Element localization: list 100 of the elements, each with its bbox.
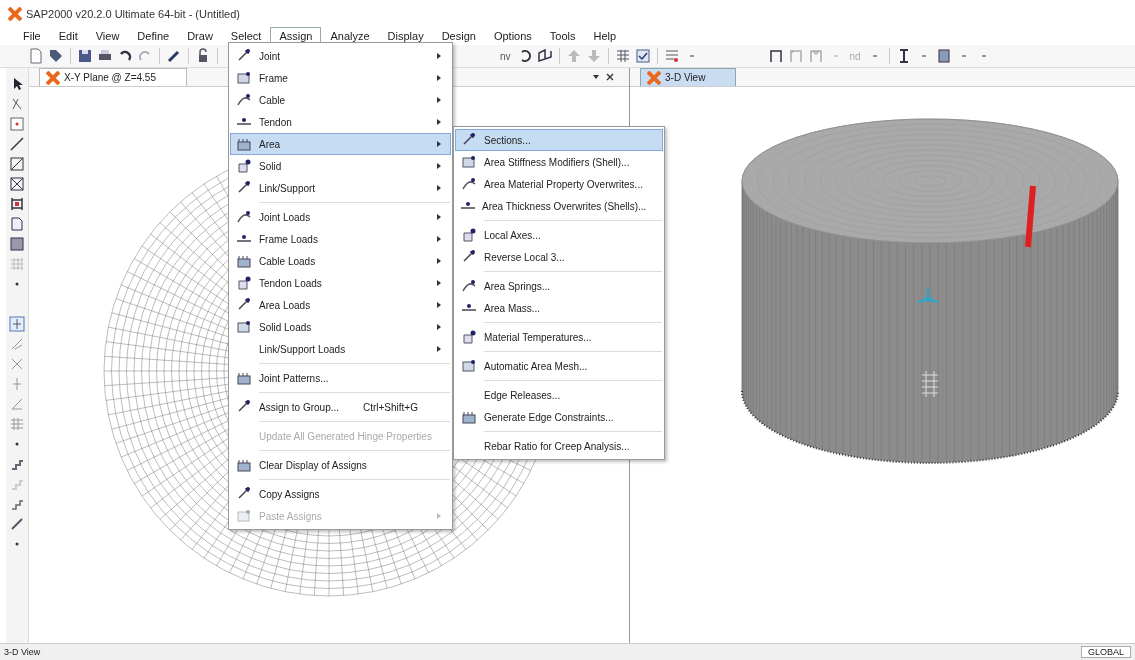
submenu-arrow-icon xyxy=(436,74,442,82)
app-logo-icon xyxy=(647,70,661,85)
menu-item-icon xyxy=(236,70,252,86)
checkbox-icon[interactable] xyxy=(634,48,651,64)
menu-option[interactable]: Solid xyxy=(230,155,451,177)
menu-item[interactable]: Select xyxy=(221,27,271,45)
menu-item[interactable]: Draw xyxy=(178,27,222,45)
submenu-arrow-icon xyxy=(436,118,442,126)
close-icon[interactable] xyxy=(605,71,615,83)
menu-option[interactable]: Clear Display of Assigns xyxy=(230,454,451,476)
save-icon[interactable] xyxy=(77,48,93,64)
menu-option[interactable]: Cable Loads xyxy=(230,250,451,272)
menu-item[interactable]: Display xyxy=(378,27,433,45)
frame-portal-icon[interactable] xyxy=(767,48,784,64)
menu-item[interactable]: Options xyxy=(484,27,541,45)
menu-option[interactable]: Copy Assigns xyxy=(230,483,451,505)
menu-option[interactable]: Link/Support xyxy=(230,177,451,199)
menu-option[interactable]: Tendon Loads xyxy=(230,272,451,294)
snap-tool-icon[interactable] xyxy=(9,316,25,332)
submenu-arrow-icon xyxy=(436,345,442,353)
frame-bay-icon[interactable] xyxy=(9,196,25,212)
menu-option[interactable]: Area Springs... xyxy=(455,275,663,297)
menu-item[interactable]: View xyxy=(86,27,129,45)
menu-option[interactable]: Area Stiffness Modifiers (Shell)... xyxy=(455,151,663,173)
submenu-arrow-icon xyxy=(436,235,442,243)
grid-icon[interactable] xyxy=(9,416,25,432)
menu-option[interactable]: Area Mass... xyxy=(455,297,663,319)
menu-item-icon xyxy=(236,92,252,108)
view-tab[interactable]: 3-D View xyxy=(640,68,737,86)
menu-option[interactable]: Sections... xyxy=(455,129,663,151)
menu-option[interactable]: Frame Loads xyxy=(230,228,451,250)
submenu-arrow-icon xyxy=(436,279,442,287)
diagonal-tool-icon[interactable] xyxy=(9,516,25,532)
menu-option[interactable]: Edge Releases... xyxy=(455,384,663,406)
submenu-arrow-icon xyxy=(436,257,442,265)
grid-table-icon[interactable] xyxy=(614,48,631,64)
menu-item[interactable]: Analyze xyxy=(321,27,379,45)
highlighted-member xyxy=(1025,185,1036,248)
panel-icon[interactable] xyxy=(935,48,952,64)
pencil-icon[interactable] xyxy=(166,48,182,64)
submenu-arrow-icon xyxy=(436,140,442,148)
page-icon[interactable] xyxy=(9,216,25,232)
menu-option[interactable]: Joint xyxy=(230,45,451,67)
toolbar-label[interactable]: nv xyxy=(498,50,513,62)
submenu-arrow-icon xyxy=(436,323,442,331)
menu-option[interactable]: Assign to Group... Ctrl+Shift+G xyxy=(230,396,451,418)
menu-item-icon xyxy=(236,158,252,174)
menu-option[interactable]: Cable xyxy=(230,89,451,111)
view-tab[interactable]: X-Y Plane @ Z=4.55 xyxy=(39,68,187,86)
menu-option[interactable]: Area Thickness Overwrites (Shells)... xyxy=(455,195,663,217)
menu-option[interactable]: Frame xyxy=(230,67,451,89)
dot-square-icon[interactable] xyxy=(9,116,25,132)
menu-item[interactable]: Design xyxy=(432,27,485,45)
submenu-arrow-icon xyxy=(436,184,442,192)
menu-item-icon xyxy=(461,176,477,192)
submenu-arrow-icon xyxy=(436,96,442,104)
menu-item-icon xyxy=(236,136,252,152)
line-icon[interactable] xyxy=(9,136,25,152)
menu-item-icon xyxy=(236,457,252,473)
square-icon[interactable] xyxy=(9,236,25,252)
menu-item-icon xyxy=(461,329,477,345)
menu-option[interactable]: Rebar Ratio for Creep Analysis... xyxy=(455,435,663,457)
submenu-arrow-icon xyxy=(436,301,442,309)
cross-tool-icon[interactable] xyxy=(9,356,25,372)
menu-option[interactable]: Material Temperatures... xyxy=(455,326,663,348)
submenu-arrow-icon xyxy=(436,52,442,60)
menu-option[interactable]: Generate Edge Constraints... xyxy=(455,406,663,428)
menu-item-icon xyxy=(236,253,252,269)
angle-tool-icon[interactable] xyxy=(9,396,25,412)
new-file-icon[interactable] xyxy=(28,48,44,64)
menu-option[interactable]: Local Axes... xyxy=(455,224,663,246)
submenu-arrow-icon xyxy=(436,162,442,170)
window-title: SAP2000 v20.2.0 Ultimate 64-bit - (Untitled) xyxy=(26,7,240,20)
menu-item[interactable]: Help xyxy=(584,27,626,45)
menu-item[interactable]: Tools xyxy=(540,27,585,45)
menu-option[interactable]: Tendon xyxy=(230,111,451,133)
menu-option[interactable]: Area Material Property Overwrites... xyxy=(455,173,663,195)
diagonal-square-icon[interactable] xyxy=(9,156,25,172)
menu-option[interactable]: Joint Loads xyxy=(230,206,451,228)
cross-square-icon[interactable] xyxy=(9,176,25,192)
menu-item[interactable]: Edit xyxy=(49,27,87,45)
coordinate-system-label: GLOBAL xyxy=(1080,646,1131,658)
menu-option[interactable]: Solid Loads xyxy=(230,316,451,338)
menu-item-icon xyxy=(461,358,477,374)
menu-option[interactable]: Area xyxy=(230,133,451,155)
menu-option[interactable]: Reverse Local 3... xyxy=(455,246,663,268)
axis-triad-icon xyxy=(917,286,939,303)
tag-icon[interactable] xyxy=(48,48,64,64)
menu-item-icon xyxy=(236,508,252,524)
menu-item-icon xyxy=(461,278,477,294)
menu-item-icon xyxy=(236,319,252,335)
menu-option[interactable]: Automatic Area Mesh... xyxy=(455,355,663,377)
menu-item[interactable]: Define xyxy=(128,27,179,45)
menu-item[interactable]: File xyxy=(14,27,50,45)
menu-item-icon xyxy=(461,154,477,170)
submenu-arrow-icon xyxy=(436,512,442,520)
app-logo-icon xyxy=(8,6,22,21)
menu-option[interactable]: Link/Support Loads xyxy=(230,338,451,360)
menu-option[interactable]: Joint Patterns... xyxy=(230,367,451,389)
menu-option[interactable]: Area Loads xyxy=(230,294,451,316)
